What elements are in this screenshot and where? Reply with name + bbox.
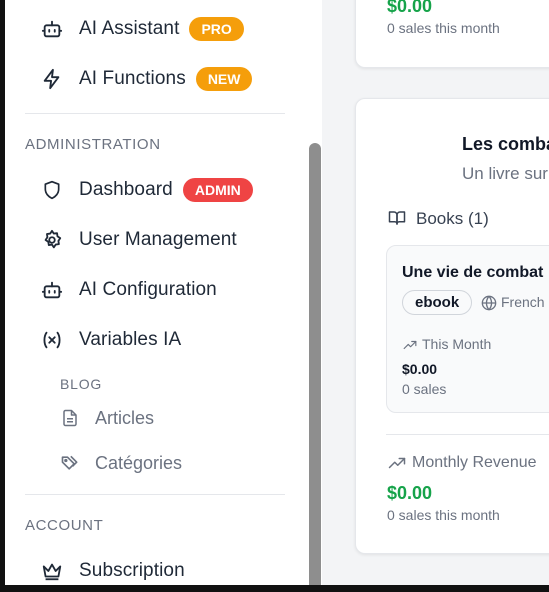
sidebar-item-label: Articles — [95, 407, 155, 428]
sidebar-item-ai-functions[interactable]: AI Functions NEW — [40, 64, 253, 94]
sidebar-scrollbar[interactable] — [309, 143, 321, 585]
globe-icon — [481, 295, 497, 316]
trending-up-icon — [402, 338, 418, 357]
sidebar-item-articles[interactable]: Articles — [60, 405, 154, 431]
sidebar-item-subscription[interactable]: Subscription — [40, 556, 185, 585]
tags-icon — [60, 453, 80, 473]
book-card[interactable]: Une vie de combat ebook French This Mont… — [386, 245, 549, 413]
sidebar-item-categories[interactable]: Catégories — [60, 450, 182, 476]
crown-icon — [40, 559, 64, 583]
window-bottom-edge — [0, 585, 549, 592]
book-open-icon — [387, 209, 407, 232]
series-card: Les comba Un livre sur Books (1) Une vie… — [355, 98, 549, 554]
monthly-revenue-value: $0.00 — [387, 483, 433, 503]
sidebar-item-ai-assistant[interactable]: AI Assistant PRO — [40, 14, 244, 44]
monthly-sales-text: 0 sales this month — [387, 507, 500, 523]
sidebar-item-label: Catégories — [95, 452, 183, 473]
language-text: French — [501, 294, 545, 310]
divider — [25, 494, 285, 495]
admin-badge: ADMIN — [182, 178, 253, 202]
book-revenue: $0.00 — [402, 361, 438, 377]
format-chip: ebook — [402, 290, 473, 315]
sidebar-item-label: AI Assistant — [79, 18, 180, 39]
sidebar-item-label: Variables IA — [79, 329, 182, 350]
divider — [25, 113, 285, 114]
series-subtitle: Un livre sur — [462, 164, 548, 183]
sidebar-item-label: Dashboard — [79, 179, 173, 200]
sidebar-item-label: Subscription — [79, 560, 185, 581]
shield-icon — [40, 178, 64, 202]
monthly-revenue-label: Monthly Revenue — [412, 454, 537, 471]
pro-badge: PRO — [189, 17, 244, 41]
sidebar-item-user-management[interactable]: User Management — [40, 225, 237, 255]
series-title: Les comba — [462, 134, 549, 154]
section-title-account: ACCOUNT — [25, 517, 104, 534]
this-month-label: This Month — [422, 336, 492, 352]
main-content: $0.00 0 sales this month Les comba Un li… — [322, 0, 549, 585]
lightning-icon — [40, 67, 64, 91]
revenue-card: $0.00 0 sales this month — [355, 0, 549, 68]
sidebar-item-label: User Management — [79, 229, 237, 250]
variable-icon — [40, 328, 64, 352]
sales-text: 0 sales this month — [387, 20, 500, 36]
book-sales: 0 sales — [402, 381, 447, 397]
document-icon — [60, 408, 80, 428]
book-title: Une vie de combat — [402, 264, 544, 281]
sidebar-item-variables-ia[interactable]: Variables IA — [40, 325, 181, 355]
sidebar: AI Assistant PRO AI Functions NEW ADMINI… — [5, 0, 322, 585]
divider — [386, 434, 549, 435]
robot-icon — [40, 278, 64, 302]
section-title-administration: ADMINISTRATION — [25, 136, 161, 153]
sidebar-item-ai-configuration[interactable]: AI Configuration — [40, 275, 217, 305]
sidebar-item-label: AI Configuration — [79, 279, 217, 300]
gear-icon — [40, 228, 64, 252]
robot-icon — [40, 17, 64, 41]
section-title-blog: BLOG — [60, 376, 103, 392]
sidebar-item-dashboard[interactable]: Dashboard ADMIN — [40, 175, 253, 205]
revenue-value: $0.00 — [387, 0, 433, 16]
books-header: Books (1) — [416, 209, 489, 228]
new-badge: NEW — [195, 67, 253, 91]
sidebar-item-label: AI Functions — [79, 68, 186, 89]
trending-up-icon — [387, 454, 407, 477]
